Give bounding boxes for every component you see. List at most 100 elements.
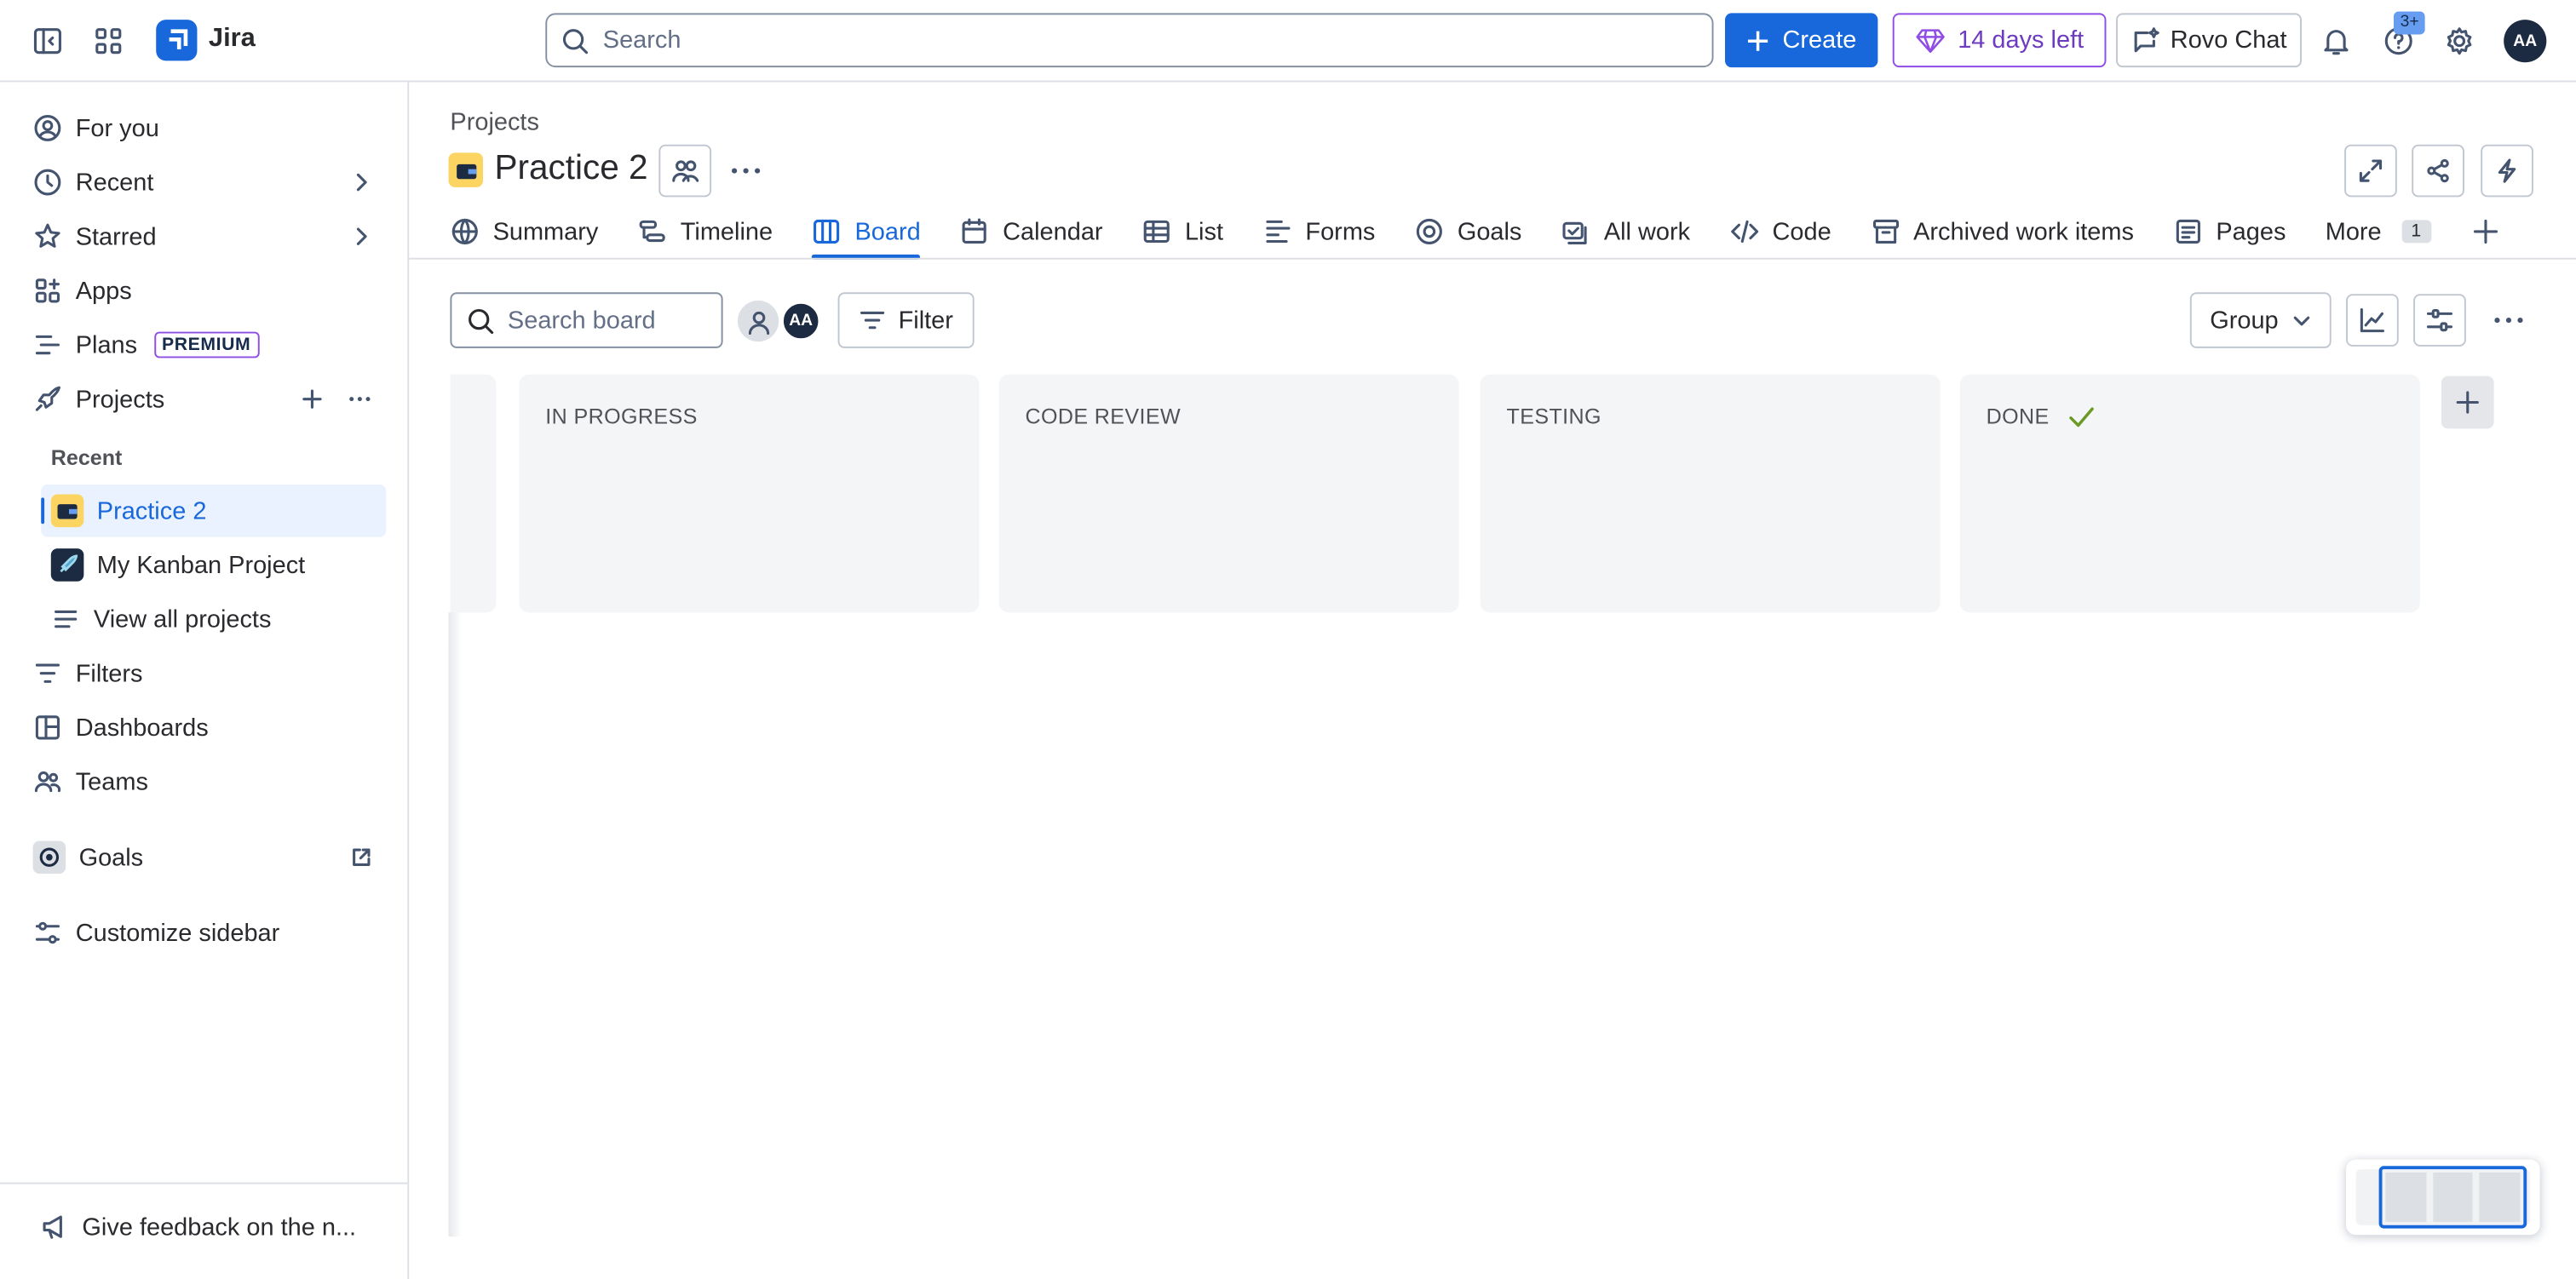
sidebar-project-practice-2[interactable]: Practice 2 bbox=[41, 484, 387, 537]
search-icon bbox=[469, 307, 494, 334]
app-name[interactable]: Jira bbox=[209, 25, 256, 54]
board-search-input[interactable] bbox=[507, 306, 705, 335]
filter-button[interactable]: Filter bbox=[837, 292, 975, 348]
sidebar-item-starred[interactable]: Starred bbox=[20, 210, 389, 263]
main-content: Projects Practice 2 Summary Timeline Boa… bbox=[409, 82, 2576, 1279]
share-button[interactable] bbox=[2412, 144, 2464, 198]
automation-button[interactable] bbox=[2481, 144, 2533, 198]
tab-calendar[interactable]: Calendar bbox=[960, 210, 1103, 253]
dashboard-icon bbox=[35, 715, 60, 740]
feedback-label: Give feedback on the n... bbox=[82, 1213, 357, 1242]
add-tab-button[interactable] bbox=[2470, 210, 2500, 253]
star-icon bbox=[35, 223, 60, 248]
tab-list[interactable]: List bbox=[1142, 210, 1223, 253]
recent-projects-heading: Recent bbox=[50, 444, 123, 470]
view-settings-button[interactable] bbox=[2413, 294, 2466, 347]
global-search[interactable] bbox=[545, 13, 1714, 68]
filter-icon bbox=[35, 663, 60, 683]
fullscreen-button[interactable] bbox=[2344, 144, 2397, 198]
sidebar-view-all-projects[interactable]: View all projects bbox=[41, 593, 386, 645]
tab-summary[interactable]: Summary bbox=[450, 210, 598, 253]
app-switcher-icon[interactable] bbox=[89, 21, 128, 60]
project-label: My Kanban Project bbox=[96, 551, 306, 579]
sidebar-item-filters[interactable]: Filters bbox=[20, 647, 389, 700]
apps-icon bbox=[35, 278, 60, 303]
assignee-avatar[interactable]: AA bbox=[780, 300, 822, 342]
more-horizontal-icon[interactable] bbox=[347, 387, 373, 410]
column-title: TESTING bbox=[1506, 404, 1601, 429]
trial-button[interactable]: 14 days left bbox=[1892, 13, 2107, 68]
jira-logo-icon[interactable] bbox=[156, 20, 198, 61]
tab-more[interactable]: More 1 bbox=[2326, 210, 2431, 253]
person-icon bbox=[747, 310, 769, 335]
board-more-button[interactable] bbox=[2482, 294, 2535, 347]
project-more-icon[interactable] bbox=[727, 156, 763, 186]
diamond-icon bbox=[1915, 28, 1945, 53]
lightning-icon bbox=[2498, 158, 2516, 183]
code-icon bbox=[1730, 220, 1758, 244]
done-check-icon bbox=[2069, 406, 2095, 427]
project-rocket-avatar-icon bbox=[50, 548, 84, 582]
sidebar-item-label: Apps bbox=[75, 276, 132, 305]
sidebar-item-plans[interactable]: Plans PREMIUM bbox=[20, 318, 389, 371]
minimap-viewport-handle[interactable] bbox=[2378, 1166, 2527, 1229]
tab-label: All work bbox=[1603, 217, 1691, 246]
add-column-button[interactable] bbox=[2441, 376, 2494, 429]
tabs-divider bbox=[409, 257, 2576, 260]
breadcrumb[interactable]: Projects bbox=[450, 108, 539, 136]
tab-pages[interactable]: Pages bbox=[2173, 210, 2286, 253]
tab-board[interactable]: Board bbox=[812, 210, 921, 260]
create-button[interactable]: Create bbox=[1725, 13, 1878, 68]
sidebar-item-apps[interactable]: Apps bbox=[20, 265, 389, 318]
tab-forms[interactable]: Forms bbox=[1262, 210, 1375, 253]
plus-icon bbox=[1748, 30, 1768, 50]
tab-code[interactable]: Code bbox=[1729, 210, 1831, 253]
tab-goals[interactable]: Goals bbox=[1415, 210, 1521, 253]
search-input[interactable] bbox=[602, 26, 1589, 54]
insights-button[interactable] bbox=[2346, 294, 2399, 347]
rovo-chat-icon bbox=[2134, 26, 2159, 52]
group-label: Group bbox=[2210, 306, 2279, 335]
sidebar-item-label: Starred bbox=[75, 222, 157, 251]
sidebar-item-teams[interactable]: Teams bbox=[20, 755, 389, 808]
sidebar-project-my-kanban[interactable]: My Kanban Project bbox=[41, 539, 386, 592]
rovo-chat-button[interactable]: Rovo Chat bbox=[2116, 13, 2302, 68]
sidebar-item-projects[interactable]: Projects bbox=[20, 373, 389, 426]
page-title: Practice 2 bbox=[494, 149, 648, 187]
settings-gear-icon[interactable] bbox=[2440, 21, 2479, 60]
globe-icon bbox=[451, 218, 478, 244]
notifications-bell-icon[interactable] bbox=[2316, 21, 2355, 60]
board-column-in-progress[interactable]: IN PROGRESS bbox=[519, 374, 980, 613]
page-icon bbox=[2176, 219, 2200, 244]
tab-all-work[interactable]: All work bbox=[1561, 210, 1690, 253]
chevron-right-icon[interactable] bbox=[350, 225, 373, 248]
tab-label: List bbox=[1184, 217, 1223, 246]
target-icon bbox=[1416, 218, 1443, 244]
sidebar-item-recent[interactable]: Recent bbox=[20, 156, 389, 209]
board-column-done[interactable]: DONE bbox=[1959, 374, 2420, 613]
board-column-code-review[interactable]: CODE REVIEW bbox=[998, 374, 1459, 613]
tab-label: Board bbox=[854, 217, 921, 246]
sidebar-item-label: Customize sidebar bbox=[75, 919, 280, 947]
external-link-icon[interactable] bbox=[350, 846, 373, 869]
rovo-chat-label: Rovo Chat bbox=[2170, 26, 2287, 54]
unassigned-avatar[interactable] bbox=[737, 300, 779, 342]
rocket-icon bbox=[35, 386, 60, 411]
sidebar-item-dashboards[interactable]: Dashboards bbox=[20, 702, 389, 754]
sidebar-item-for-you[interactable]: For you bbox=[20, 102, 389, 155]
board-column-testing[interactable]: TESTING bbox=[1480, 374, 1941, 613]
board-search[interactable] bbox=[450, 292, 723, 348]
tab-timeline[interactable]: Timeline bbox=[638, 210, 773, 253]
chevron-right-icon[interactable] bbox=[350, 171, 373, 194]
sidebar-item-customize[interactable]: Customize sidebar bbox=[20, 907, 389, 960]
add-project-plus-icon[interactable] bbox=[301, 387, 324, 410]
give-feedback-link[interactable]: Give feedback on the n... bbox=[39, 1212, 356, 1242]
sidebar-item-goals[interactable]: Goals bbox=[20, 831, 389, 884]
sidebar-toggle-icon[interactable] bbox=[28, 21, 67, 60]
kanban-board: IN PROGRESS CODE REVIEW TESTING DONE bbox=[450, 374, 2536, 1270]
project-team-button[interactable] bbox=[658, 144, 712, 198]
user-avatar[interactable]: AA bbox=[2504, 20, 2547, 63]
group-dropdown[interactable]: Group bbox=[2189, 292, 2332, 348]
tab-archived-work-items[interactable]: Archived work items bbox=[1871, 210, 2134, 253]
board-minimap[interactable] bbox=[2346, 1159, 2540, 1236]
